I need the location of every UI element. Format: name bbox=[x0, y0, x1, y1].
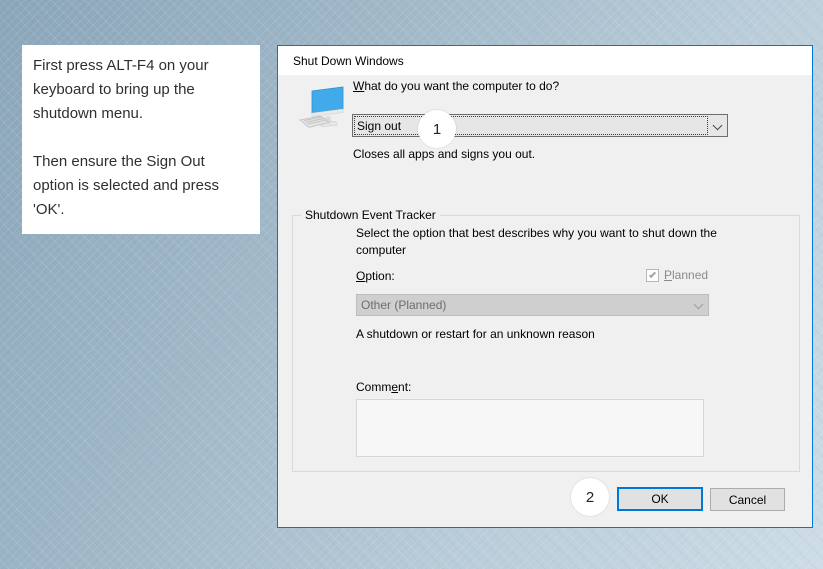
step-annotation-2: 2 bbox=[571, 478, 609, 516]
tracker-description: Select the option that best describes wh… bbox=[356, 225, 756, 259]
shutdown-action-value: Sign out bbox=[357, 119, 401, 133]
chevron-down-icon bbox=[695, 301, 702, 308]
prompt-label: What do you want the computer to do? bbox=[353, 79, 559, 93]
computer-monitor-icon bbox=[299, 86, 345, 132]
option-accesskey: O bbox=[356, 269, 365, 283]
action-description: Closes all apps and signs you out. bbox=[353, 147, 535, 161]
ok-button[interactable]: OK bbox=[617, 487, 703, 511]
instruction-note: First press ALT-F4 on your keyboard to b… bbox=[22, 45, 260, 234]
shutdown-windows-dialog: Shut Down Windows What do you want the c… bbox=[277, 45, 813, 528]
checkbox-checked-icon bbox=[646, 269, 659, 282]
dialog-titlebar: Shut Down Windows bbox=[278, 46, 812, 75]
cancel-button[interactable]: Cancel bbox=[710, 488, 785, 511]
chevron-down-icon bbox=[714, 121, 721, 128]
dialog-title: Shut Down Windows bbox=[293, 54, 404, 68]
step-annotation-1: 1 bbox=[418, 110, 456, 148]
option-label: Option: bbox=[356, 269, 395, 283]
focus-outline bbox=[355, 117, 707, 134]
reason-select-value: Other (Planned) bbox=[361, 298, 446, 312]
comment-input[interactable] bbox=[356, 399, 704, 457]
instruction-paragraph-1: First press ALT-F4 on your keyboard to b… bbox=[33, 54, 249, 126]
planned-checkbox-label: Planned bbox=[664, 268, 708, 282]
reason-description: A shutdown or restart for an unknown rea… bbox=[356, 327, 595, 341]
shutdown-action-select[interactable]: Sign out bbox=[352, 114, 728, 137]
reason-select: Other (Planned) bbox=[356, 294, 709, 316]
group-label: Shutdown Event Tracker bbox=[301, 208, 440, 222]
prompt-accesskey: W bbox=[353, 79, 364, 93]
comment-label: Comment: bbox=[356, 380, 411, 394]
instruction-paragraph-2: Then ensure the Sign Out option is selec… bbox=[33, 150, 249, 222]
planned-checkbox[interactable]: Planned bbox=[646, 268, 708, 282]
shutdown-event-tracker-group: Shutdown Event Tracker Select the option… bbox=[292, 215, 800, 472]
